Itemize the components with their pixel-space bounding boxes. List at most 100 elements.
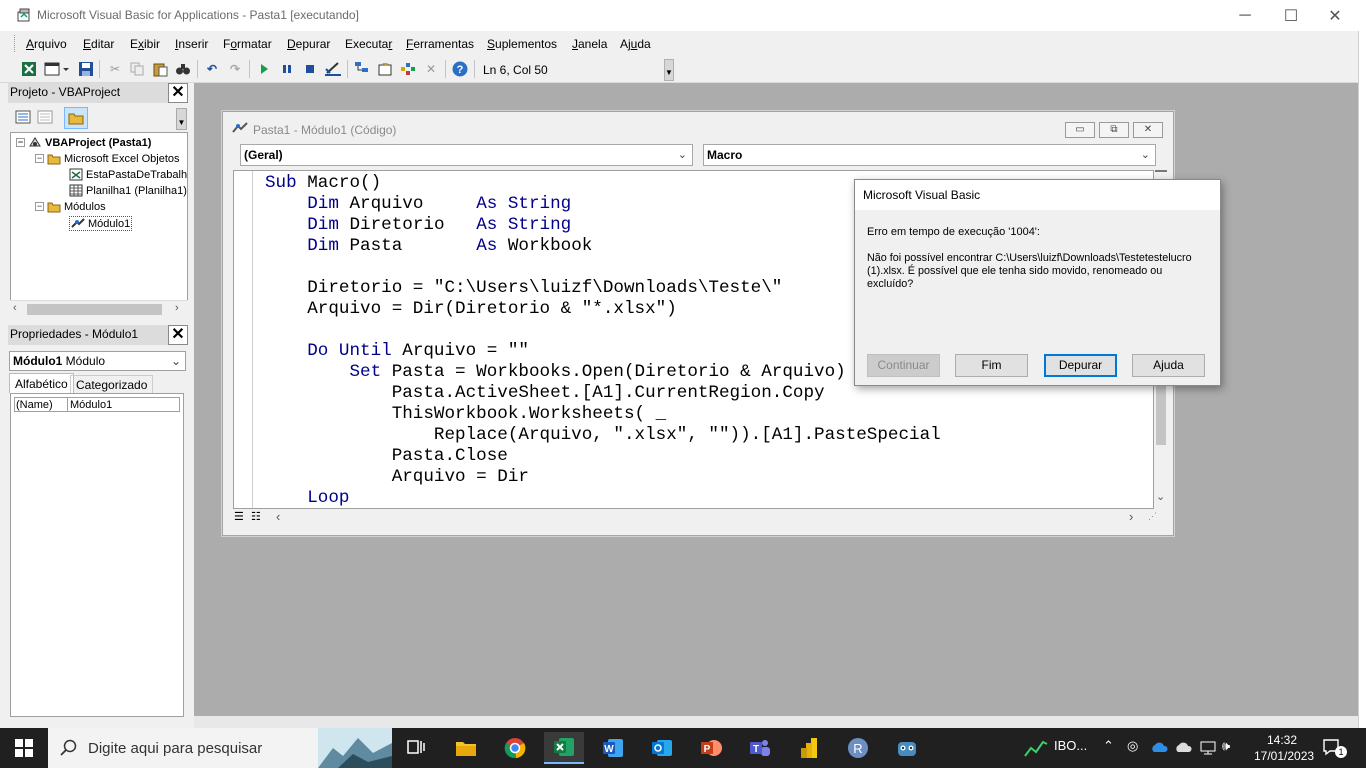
powerbi-icon[interactable] xyxy=(789,732,829,764)
godot-icon[interactable] xyxy=(887,732,927,764)
code-line[interactable]: Dim Arquivo As String xyxy=(265,194,941,215)
cut-icon[interactable]: ✂ xyxy=(106,60,124,78)
project-explorer-close-button[interactable]: ✕ xyxy=(168,83,188,103)
menu-janela[interactable]: Janela xyxy=(572,37,607,51)
view-code-icon[interactable] xyxy=(15,110,33,126)
onedrive-icon[interactable] xyxy=(1150,741,1168,753)
code-line[interactable]: Arquivo = Dir(Diretorio & "*.xlsx") xyxy=(265,299,941,320)
undo-icon[interactable]: ↶ xyxy=(203,60,221,78)
chrome-icon[interactable] xyxy=(495,732,535,764)
debug-button[interactable]: Depurar xyxy=(1044,354,1117,377)
stock-ticker[interactable]: IBO... xyxy=(1054,738,1087,753)
outlook-icon[interactable] xyxy=(642,732,682,764)
scroll-down-icon[interactable]: ⌄ xyxy=(1156,490,1165,503)
scroll-left-icon[interactable]: ‹ xyxy=(276,509,280,524)
project-explorer-icon[interactable] xyxy=(353,60,371,78)
properties-object-select[interactable]: Módulo1 Módulo ⌄ xyxy=(9,351,186,371)
start-button[interactable] xyxy=(0,728,48,768)
reset-icon[interactable] xyxy=(301,60,319,78)
code-line[interactable]: Pasta.Close xyxy=(265,446,941,467)
menu-ferramentas[interactable]: Ferramentas xyxy=(406,37,474,51)
tab-categorizado[interactable]: Categorizado xyxy=(70,375,154,393)
code-window-restore[interactable]: ⧉ xyxy=(1099,122,1129,138)
stock-chart-icon[interactable] xyxy=(1024,738,1048,758)
scroll-right-icon[interactable]: › xyxy=(175,302,179,314)
scroll-thumb[interactable] xyxy=(27,304,162,315)
r-app-icon[interactable]: R xyxy=(838,732,878,764)
taskbar-clock[interactable]: 14:32 17/01/2023 xyxy=(1254,732,1314,764)
menu-ajuda[interactable]: Ajuda xyxy=(620,37,651,51)
code-line[interactable]: Dim Pasta As Workbook xyxy=(265,236,941,257)
code-line[interactable]: Do Until Arquivo = "" xyxy=(265,341,941,362)
split-bar[interactable] xyxy=(1155,170,1167,176)
toolbox-icon[interactable]: ✕ xyxy=(422,60,440,78)
procedure-combo[interactable]: Macro ⌄ xyxy=(703,144,1156,166)
property-row-name[interactable]: (Name) Módulo1 xyxy=(14,397,180,412)
menu-inserir[interactable]: Inserir xyxy=(175,37,208,51)
properties-window-icon[interactable] xyxy=(376,60,394,78)
save-icon[interactable] xyxy=(77,60,95,78)
task-view-icon[interactable] xyxy=(396,732,436,764)
menu-arquivo[interactable]: Arquivo xyxy=(26,37,67,51)
toggle-folders-button[interactable] xyxy=(64,107,88,129)
close-button[interactable]: ✕ xyxy=(1312,0,1358,31)
code-line[interactable]: Diretorio = "C:\Users\luizf\Downloads\Te… xyxy=(265,278,941,299)
collapse-icon[interactable]: − xyxy=(16,138,25,147)
run-icon[interactable] xyxy=(255,60,273,78)
breakpoint-margin[interactable] xyxy=(234,171,253,508)
menu-depurar[interactable]: Depurar xyxy=(287,37,330,51)
code-line[interactable] xyxy=(265,320,941,341)
help-icon[interactable]: ? xyxy=(451,60,469,78)
menu-formatar[interactable]: Formatar xyxy=(223,37,272,51)
procedure-view-icon[interactable]: ☰ xyxy=(234,510,244,523)
code-window-minimize[interactable]: ▭ xyxy=(1065,122,1095,138)
scroll-left-icon[interactable]: ‹ xyxy=(13,302,17,314)
resize-grip-icon[interactable]: ⋰ xyxy=(1148,511,1157,522)
tree-item-sheet[interactable]: Planilha1 (Planilha1) xyxy=(69,184,187,197)
volume-icon[interactable]: 🕪 xyxy=(1222,738,1230,754)
tree-modules[interactable]: − Módulos xyxy=(35,200,106,213)
scroll-right-icon[interactable]: › xyxy=(1129,509,1133,524)
excel-taskbar-icon[interactable] xyxy=(544,732,584,764)
find-icon[interactable] xyxy=(174,60,192,78)
code-line[interactable]: Sub Macro() xyxy=(265,173,941,194)
file-explorer-icon[interactable] xyxy=(446,732,486,764)
code-line[interactable] xyxy=(265,257,941,278)
location-icon[interactable]: ◎ xyxy=(1127,738,1138,754)
tree-excel-objects[interactable]: − Microsoft Excel Objetos xyxy=(35,152,180,165)
help-button[interactable]: Ajuda xyxy=(1132,354,1205,377)
insert-module-icon[interactable] xyxy=(42,60,72,78)
full-module-view-icon[interactable]: ☷ xyxy=(251,510,261,523)
maximize-button[interactable]: ☐ xyxy=(1268,0,1314,31)
continue-button[interactable]: Continuar xyxy=(867,354,940,377)
menu-suplementos[interactable]: Suplementos xyxy=(487,37,557,51)
toolbar-overflow-button[interactable]: ▼ xyxy=(664,59,674,81)
show-hidden-icons[interactable]: ⌃ xyxy=(1103,738,1114,754)
code-window-close[interactable]: ✕ xyxy=(1133,122,1163,138)
menubar-grip[interactable] xyxy=(14,35,17,52)
minimize-button[interactable]: ─ xyxy=(1222,0,1268,31)
code-line[interactable]: Replace(Arquivo, ".xlsx", "")).[A1].Past… xyxy=(265,425,941,446)
tree-item-module[interactable]: Módulo1 xyxy=(69,216,133,231)
menu-executar[interactable]: Executar xyxy=(345,37,392,51)
collapse-icon[interactable]: − xyxy=(35,202,44,211)
design-mode-icon[interactable] xyxy=(324,60,342,78)
project-tree-hscroll[interactable]: ‹ › xyxy=(10,300,188,317)
code-line[interactable]: Pasta.ActiveSheet.[A1].CurrentRegion.Cop… xyxy=(265,383,941,404)
redo-icon[interactable]: ↷ xyxy=(226,60,244,78)
tree-item-workbook[interactable]: EstaPastaDeTrabalh xyxy=(69,168,187,181)
notification-center-icon[interactable]: 1 xyxy=(1322,738,1347,758)
menu-editar[interactable]: Editar xyxy=(83,37,114,51)
word-icon[interactable]: W xyxy=(593,732,633,764)
tree-vbaproject[interactable]: − VBAProject (Pasta1) xyxy=(16,136,151,149)
object-browser-icon[interactable] xyxy=(399,60,417,78)
tab-alfabetico[interactable]: Alfabético xyxy=(9,373,74,393)
taskbar-search[interactable]: Digite aqui para pesquisar xyxy=(48,728,392,768)
view-object-icon[interactable] xyxy=(37,110,55,126)
code-line[interactable]: Loop xyxy=(265,488,941,508)
copy-icon[interactable] xyxy=(128,60,146,78)
paste-icon[interactable] xyxy=(151,60,169,78)
end-button[interactable]: Fim xyxy=(955,354,1028,377)
object-combo[interactable]: (Geral) ⌄ xyxy=(240,144,693,166)
collapse-icon[interactable]: − xyxy=(35,154,44,163)
